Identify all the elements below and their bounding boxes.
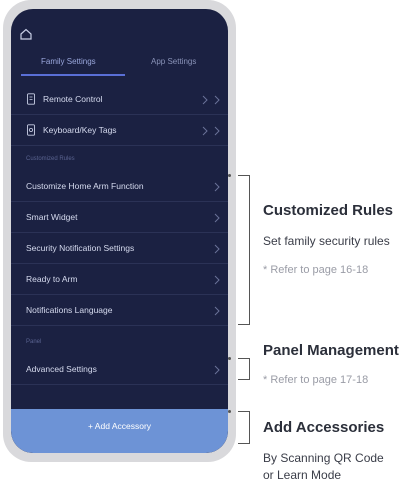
annotation-title-customized: Customized Rules [263,202,394,219]
home-icon[interactable] [19,27,33,41]
remote-icon [27,93,35,105]
annotation-text-customized: Set family security rules [263,234,390,248]
row-label: Customize Home Arm Function [26,181,144,191]
row-smart-widget[interactable]: Smart Widget [11,203,228,233]
chevron-right-icon [214,306,220,316]
annotation-note-panel: * Refer to page 17-18 [263,374,369,386]
connector-dot [228,410,231,413]
row-label: Remote Control [43,94,103,104]
chevron-right-icon [214,182,220,192]
tab-family-settings[interactable]: Family Settings [41,57,96,66]
bracket-add-accessories [238,411,250,444]
phone-frame: Family Settings App Settings Remote Cont… [3,0,236,462]
chevron-right-icon [202,126,208,136]
chevron-right-icon [214,365,220,375]
add-accessory-button[interactable]: + Add Accessory [11,409,228,453]
annotation-note-customized: * Refer to page 16-18 [263,264,369,276]
section-label-panel: Panel [26,339,42,345]
section-label-customized: Customized Rules [26,156,75,162]
row-ready-to-arm[interactable]: Ready to Arm [11,265,228,295]
row-label: Security Notification Settings [26,243,135,253]
bracket-customized-rules [238,175,250,325]
row-notifications-language[interactable]: Notifications Language [11,296,228,326]
chevron-right-icon [214,95,220,105]
add-accessory-label: + Add Accessory [87,421,152,431]
app-screen: Family Settings App Settings Remote Cont… [11,9,228,453]
chevron-right-icon [202,95,208,105]
annotation-title-accessories: Add Accessories [263,419,385,436]
row-label: Notifications Language [26,305,113,315]
row-keyboard-key-tags[interactable]: Keyboard/Key Tags [11,116,228,146]
row-label: Keyboard/Key Tags [43,125,117,135]
settings-tabs: Family Settings App Settings [11,53,228,79]
row-label: Smart Widget [26,212,78,222]
annotation-text-accessories-2: or Learn Mode [263,468,342,482]
keypad-icon [27,124,35,136]
chevron-right-icon [214,275,220,285]
row-label: Advanced Settings [26,364,97,374]
row-security-notification-settings[interactable]: Security Notification Settings [11,234,228,264]
chevron-right-icon [214,244,220,254]
annotation-title-panel: Panel Management [263,342,399,359]
row-customize-home-arm[interactable]: Customize Home Arm Function [11,172,228,202]
tab-app-settings[interactable]: App Settings [151,57,196,66]
row-remote-control[interactable]: Remote Control [11,85,228,115]
connector-dot [228,174,231,177]
connector-dot [228,357,231,360]
bracket-panel-management [238,358,250,380]
annotation-text-accessories-1: By Scanning QR Code [263,451,384,465]
chevron-right-icon [214,213,220,223]
row-label: Ready to Arm [26,274,78,284]
active-tab-indicator [21,74,125,76]
row-advanced-settings[interactable]: Advanced Settings [11,355,228,385]
chevron-right-icon [214,126,220,136]
